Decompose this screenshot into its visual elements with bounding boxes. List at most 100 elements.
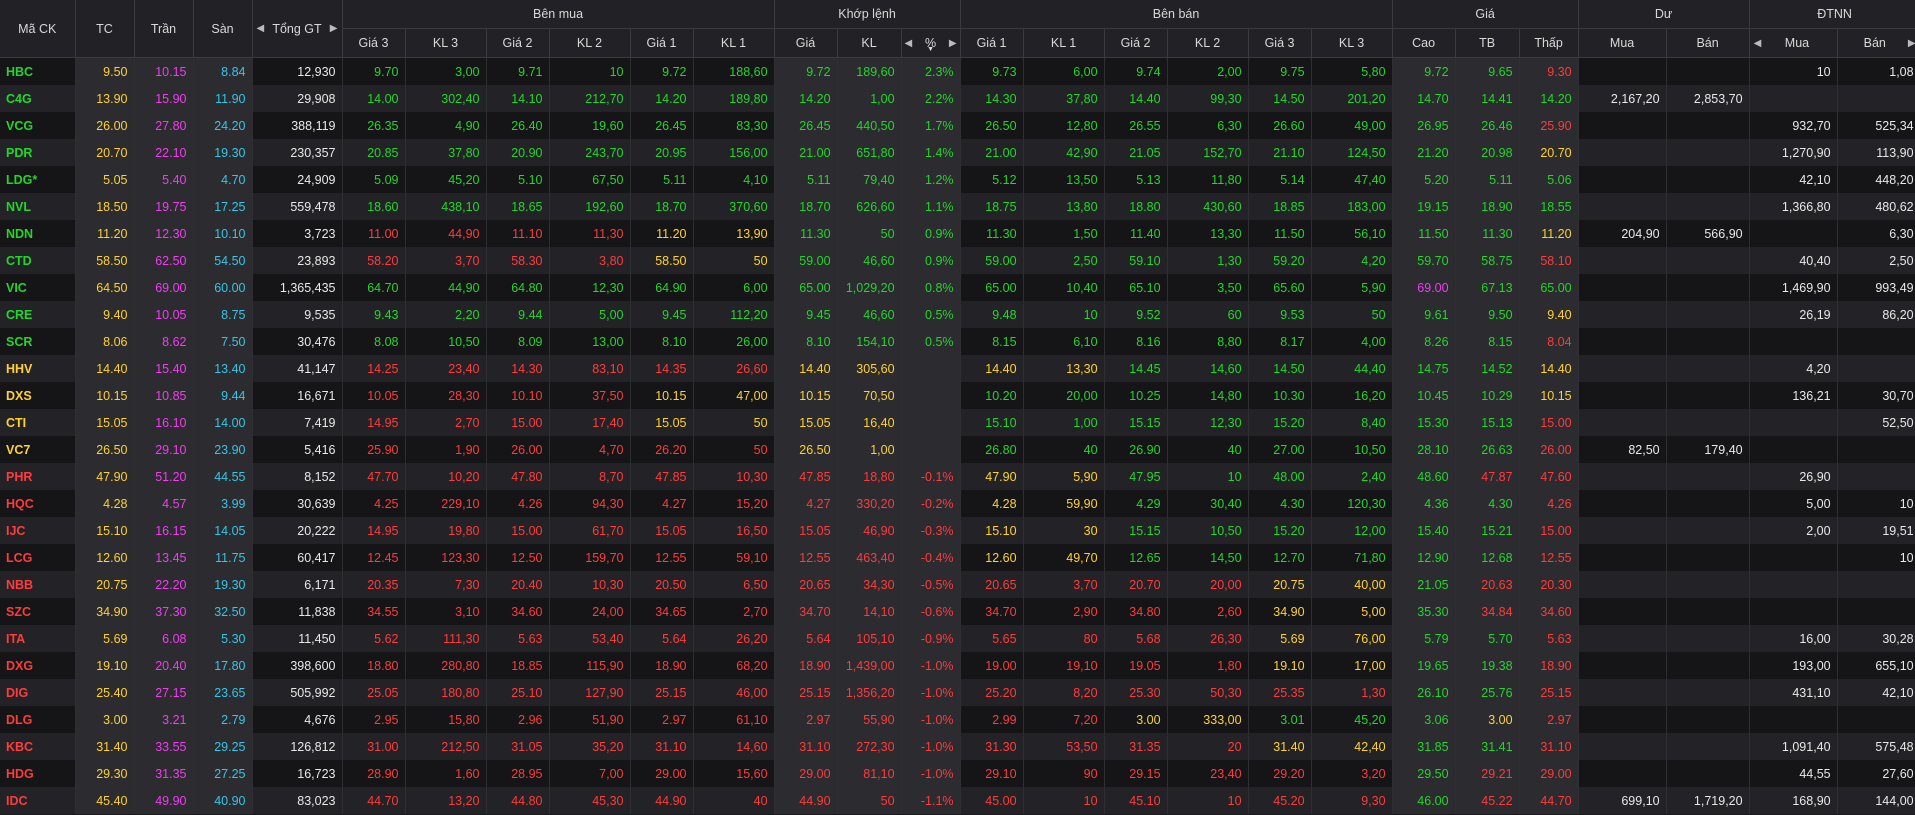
cell-symbol[interactable]: VC7 xyxy=(0,436,76,463)
cell-rem-buy: 82,50 xyxy=(1578,436,1667,463)
header-ref[interactable]: TC xyxy=(75,0,135,58)
table-row[interactable]: CRE 9.40 10.05 8.75 9,535 9.43 2,20 9.44 5,00 9.4… xyxy=(0,301,1915,328)
table-row[interactable]: HQC 4.28 4.57 3.99 30,639 4.25 229,10 4.26 94,30… xyxy=(0,490,1915,517)
cell-symbol[interactable]: NVL xyxy=(0,193,76,220)
cell-symbol[interactable]: KBC xyxy=(0,733,76,760)
cell-symbol[interactable]: CRE xyxy=(0,301,76,328)
table-row[interactable]: LCG 12.60 13.45 11.75 60,417 12.45 123,30 12.50… xyxy=(0,544,1915,571)
header-foreign-buy[interactable]: ◀ Mua xyxy=(1749,28,1838,58)
header-buy-col[interactable]: Giá 2 xyxy=(486,28,550,58)
header-buy-col[interactable]: Giá 3 xyxy=(342,28,406,58)
table-row[interactable]: DLG 3.00 3.21 2.79 4,676 2.95 15,80 2.96 51,90 2.… xyxy=(0,706,1915,733)
table-row[interactable]: PDR 20.70 22.10 19.30 230,357 20.85 37,80 20.90… xyxy=(0,139,1915,166)
cell-symbol[interactable]: CTI xyxy=(0,409,76,436)
header-sell-col[interactable]: Giá 3 xyxy=(1248,28,1312,58)
header-sell-col[interactable]: Giá 2 xyxy=(1104,28,1168,58)
table-row[interactable]: DIG 25.40 27.15 23.65 505,992 25.05 180,80 25.1… xyxy=(0,679,1915,706)
cell-buy-price-2: 20.90 xyxy=(486,139,550,166)
cell-symbol[interactable]: ITA xyxy=(0,625,76,652)
table-row[interactable]: VC7 26.50 29.10 23.90 5,416 25.90 1,90 26.00 4,7… xyxy=(0,436,1915,463)
cell-symbol[interactable]: HHV xyxy=(0,355,76,382)
triangle-left-icon[interactable]: ◀ xyxy=(1754,38,1762,49)
table-row[interactable]: KBC 31.40 33.55 29.25 126,812 31.00 212,50 31.0… xyxy=(0,733,1915,760)
header-sell-col[interactable]: KL 2 xyxy=(1167,28,1249,58)
table-row[interactable]: HHV 14.40 15.40 13.40 41,147 14.25 23,40 14.30 8… xyxy=(0,355,1915,382)
cell-symbol[interactable]: HQC xyxy=(0,490,76,517)
table-row[interactable]: NVL 18.50 19.75 17.25 559,478 18.60 438,10 18.6… xyxy=(0,193,1915,220)
header-ceil[interactable]: Trần xyxy=(134,0,194,58)
table-row[interactable]: LDG* 5.05 5.40 4.70 24,909 5.09 45,20 5.10 67,50… xyxy=(0,166,1915,193)
cell-buy-vol-2: 8,70 xyxy=(549,463,631,490)
table-row[interactable]: HBC 9.50 10.15 8.84 12,930 9.70 3,00 9.71 10 9.72… xyxy=(0,57,1915,85)
triangle-right-icon[interactable]: ▶ xyxy=(330,23,338,34)
cell-symbol[interactable]: LDG* xyxy=(0,166,76,193)
header-buy-col[interactable]: KL 1 xyxy=(693,28,775,58)
triangle-left-icon[interactable]: ◀ xyxy=(257,23,265,34)
table-row[interactable]: VCG 26.00 27.80 24.20 388,119 26.35 4,90 26.40 1… xyxy=(0,112,1915,139)
cell-buy-vol-3: 37,80 xyxy=(405,139,487,166)
sort-down-icon[interactable]: ▼ xyxy=(927,46,934,53)
header-symbol[interactable]: Mã CK xyxy=(0,0,76,58)
cell-symbol[interactable]: DIG xyxy=(0,679,76,706)
cell-symbol[interactable]: SCR xyxy=(0,328,76,355)
header-match-pct[interactable]: ◀ % ▼ ▶ xyxy=(901,28,961,58)
triangle-right-icon[interactable]: ▶ xyxy=(949,38,957,49)
header-rem-col[interactable]: Mua xyxy=(1578,28,1667,58)
table-row[interactable]: ITA 5.69 6.08 5.30 11,450 5.62 111,30 5.63 53,40… xyxy=(0,625,1915,652)
cell-symbol[interactable]: HDG xyxy=(0,760,76,787)
header-sell-col[interactable]: KL 3 xyxy=(1311,28,1393,58)
cell-rem-sell: 1,719,20 xyxy=(1666,787,1750,814)
cell-symbol[interactable]: VIC xyxy=(0,274,76,301)
header-buy-col[interactable]: KL 2 xyxy=(549,28,631,58)
triangle-right-icon[interactable]: ▶ xyxy=(1908,38,1915,49)
cell-sell-price-3: 9.75 xyxy=(1248,57,1312,85)
cell-symbol[interactable]: HBC xyxy=(0,57,76,85)
cell-foreign-sell: 144,00 xyxy=(1837,787,1915,814)
cell-symbol[interactable]: NDN xyxy=(0,220,76,247)
table-row[interactable]: PHR 47.90 51.20 44.55 8,152 47.70 10,20 47.80 8,… xyxy=(0,463,1915,490)
cell-symbol[interactable]: LCG xyxy=(0,544,76,571)
table-row[interactable]: SCR 8.06 8.62 7.50 30,476 8.08 10,50 8.09 13,00 8… xyxy=(0,328,1915,355)
cell-rem-sell xyxy=(1666,463,1750,490)
header-price-col[interactable]: Cao xyxy=(1392,28,1456,58)
table-row[interactable]: DXG 19.10 20.40 17.80 398,600 18.80 280,80 18.8… xyxy=(0,652,1915,679)
cell-symbol[interactable]: DLG xyxy=(0,706,76,733)
table-row[interactable]: HDG 29.30 31.35 27.25 16,723 28.90 1,60 28.95 7,… xyxy=(0,760,1915,787)
cell-symbol[interactable]: IJC xyxy=(0,517,76,544)
header-buy-col[interactable]: KL 3 xyxy=(405,28,487,58)
table-row[interactable]: IJC 15.10 16.15 14.05 20,222 14.95 19,80 15.00 6… xyxy=(0,517,1915,544)
table-row[interactable]: CTD 58.50 62.50 54.50 23,893 58.20 3,70 58.30 3,… xyxy=(0,247,1915,274)
header-floor[interactable]: Sàn xyxy=(193,0,253,58)
header-match-col[interactable]: KL xyxy=(837,28,902,58)
header-rem-col[interactable]: Bán xyxy=(1666,28,1750,58)
table-row[interactable]: SZC 34.90 37.30 32.50 11,838 34.55 3,10 34.60 24… xyxy=(0,598,1915,625)
cell-symbol[interactable]: CTD xyxy=(0,247,76,274)
cell-symbol[interactable]: C4G xyxy=(0,85,76,112)
table-row[interactable]: VIC 64.50 69.00 60.00 1,365,435 64.70 44,90 64.… xyxy=(0,274,1915,301)
table-row[interactable]: DXS 10.15 10.85 9.44 16,671 10.05 28,30 10.10 37… xyxy=(0,382,1915,409)
header-price-col[interactable]: Thấp xyxy=(1519,28,1579,58)
cell-symbol[interactable]: SZC xyxy=(0,598,76,625)
cell-symbol[interactable]: VCG xyxy=(0,112,76,139)
header-sell-col[interactable]: Giá 1 xyxy=(960,28,1024,58)
cell-symbol[interactable]: IDC xyxy=(0,787,76,814)
cell-symbol[interactable]: PHR xyxy=(0,463,76,490)
header-buy-col[interactable]: Giá 1 xyxy=(630,28,694,58)
table-row[interactable]: CTI 15.05 16.10 14.00 7,419 14.95 2,70 15.00 17,… xyxy=(0,409,1915,436)
header-sell-col[interactable]: KL 1 xyxy=(1023,28,1105,58)
header-total[interactable]: ◀ Tổng GT ▶ xyxy=(252,0,343,58)
table-row[interactable]: NBB 20.75 22.20 19.30 6,171 20.35 7,30 20.40 10,… xyxy=(0,571,1915,598)
cell-symbol[interactable]: DXG xyxy=(0,652,76,679)
table-row[interactable]: IDC 45.40 49.90 40.90 83,023 44.70 13,20 44.80 4… xyxy=(0,787,1915,814)
table-row[interactable]: NDN 11.20 12.30 10.10 3,723 11.00 44,90 11.10 11… xyxy=(0,220,1915,247)
cell-symbol[interactable]: NBB xyxy=(0,571,76,598)
cell-symbol[interactable]: DXS xyxy=(0,382,76,409)
header-price-col[interactable]: TB xyxy=(1455,28,1520,58)
cell-symbol[interactable]: PDR xyxy=(0,139,76,166)
table-row[interactable]: C4G 13.90 15.90 11.90 29,908 14.00 302,40 14.10… xyxy=(0,85,1915,112)
header-foreign-sell[interactable]: Bán ▶ xyxy=(1837,28,1915,58)
triangle-left-icon[interactable]: ◀ xyxy=(905,38,913,49)
header-match-col[interactable]: Giá xyxy=(774,28,838,58)
cell-ceil: 12.30 xyxy=(134,220,194,247)
cell-buy-price-3: 25.90 xyxy=(342,436,406,463)
